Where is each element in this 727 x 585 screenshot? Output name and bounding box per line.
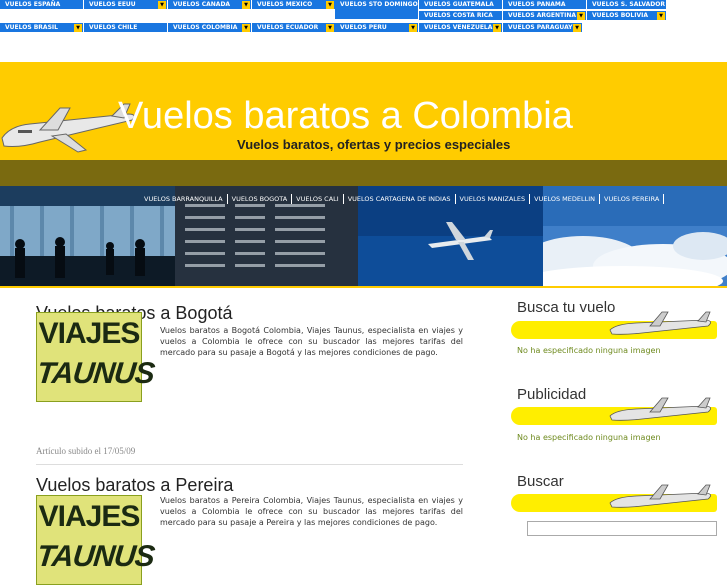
nav-item-vuelos-colombia[interactable]: VUELOS COLOMBIA ▼: [168, 23, 252, 33]
nav-item-vuelos-costa-rica[interactable]: VUELOS COSTA RICA: [419, 11, 503, 21]
sidebar-heading-busca: Busca tu vuelo: [517, 299, 616, 316]
city-link-vuelos-cartagena-de-indias[interactable]: VUELOS CARTAGENA DE INDIAS: [344, 194, 456, 204]
header-band: [0, 160, 727, 186]
chevron-down-icon[interactable]: ▼: [409, 24, 417, 32]
nav-item-vuelos-eeuu[interactable]: VUELOS EEUU ▼: [84, 0, 168, 10]
site-subtitle: Vuelos baratos, ofertas y precios especi…: [237, 137, 511, 152]
nav-item-vuelos-argentina[interactable]: VUELOS ARGENTINA ▼: [503, 11, 587, 21]
nav-item-label: VUELOS CHILE: [89, 24, 138, 31]
nav-item-vuelos-brasil[interactable]: VUELOS BRASIL ▼: [0, 23, 84, 33]
chevron-down-icon[interactable]: ▼: [493, 24, 501, 32]
city-link-vuelos-medellin[interactable]: VUELOS MEDELLIN: [530, 194, 600, 204]
article-title-pereira[interactable]: Vuelos baratos a Pereira: [36, 475, 233, 496]
article-text-pereira: Vuelos baratos a Pereira Colombia, Viaje…: [160, 496, 463, 527]
nav-item-vuelos-venezuela[interactable]: VUELOS VENEZUELA ▼: [419, 23, 503, 33]
airplane-icon: [609, 311, 711, 335]
nav-item-label: VUELOS BRASIL: [5, 24, 58, 31]
nav-item-label: VUELOS PANAMA: [508, 1, 566, 8]
city-link-vuelos-barranquilla[interactable]: VUELOS BARRANQUILLA: [140, 194, 228, 204]
search-input[interactable]: [527, 521, 717, 536]
nav-item-label: VUELOS ESPAÑA: [5, 1, 61, 8]
nav-item-vuelos-sto-domingo[interactable]: VUELOS STO DOMINGO: [335, 0, 419, 20]
sidebar-image-note: No ha especificado ninguna imagen: [517, 433, 661, 442]
chevron-down-icon[interactable]: ▼: [326, 24, 334, 32]
chevron-down-icon[interactable]: ▼: [158, 1, 166, 9]
nav-item-label: VUELOS COLOMBIA: [173, 24, 238, 31]
viajes-taunus-logo: VIAJES TAUNUS: [35, 495, 156, 585]
nav-item-vuelos-panama[interactable]: VUELOS PANAMA: [503, 0, 587, 10]
city-nav: VUELOS BARRANQUILLA VUELOS BOGOTA VUELOS C…: [140, 186, 665, 204]
divider: [0, 286, 727, 288]
nav-item-label: VUELOS S. SALVADOR: [592, 1, 665, 8]
city-link-vuelos-manizales[interactable]: VUELOS MANIZALES: [456, 194, 531, 204]
nav-item-label: VUELOS EEUU: [89, 1, 136, 8]
nav-item-vuelos-canada[interactable]: VUELOS CANADA ▼: [168, 0, 252, 10]
nav-item-label: VUELOS VENEZUELA: [424, 24, 493, 31]
chevron-down-icon[interactable]: ▼: [242, 1, 250, 9]
article-date: Artículo subido el 17/05/09: [36, 446, 136, 456]
article-text-bogota: Vuelos baratos a Bogotá Colombia, Viajes…: [160, 326, 463, 357]
nav-item-label: VUELOS MEXICO: [257, 1, 313, 8]
country-nav: VUELOS ESPAÑA VUELOS EEUU ▼ VUELOS CANADA ▼ V…: [0, 0, 727, 40]
nav-item-label: VUELOS GUATEMALA: [424, 1, 494, 8]
viajes-taunus-logo: VIAJES TAUNUS: [35, 312, 156, 402]
nav-item-vuelos-guatemala[interactable]: VUELOS GUATEMALA: [419, 0, 503, 10]
chevron-down-icon[interactable]: ▼: [242, 24, 250, 32]
chevron-down-icon[interactable]: ▼: [74, 24, 82, 32]
nav-item-vuelos-mexico[interactable]: VUELOS MEXICO ▼: [252, 0, 336, 10]
site-title: Vuelos baratos a Colombia: [118, 95, 573, 137]
nav-item-vuelos-ecuador[interactable]: VUELOS ECUADOR ▼: [252, 23, 336, 33]
nav-item-label: VUELOS COSTA RICA: [424, 12, 493, 19]
sidebar-image-note: No ha especificado ninguna imagen: [517, 346, 661, 355]
nav-item-vuelos-bolivia[interactable]: VUELOS BOLIVIA ▼: [587, 11, 667, 21]
chevron-down-icon[interactable]: ▼: [573, 24, 581, 32]
nav-item-vuelos-peru[interactable]: VUELOS PERU ▼: [335, 23, 419, 33]
city-link-vuelos-cali[interactable]: VUELOS CALI: [292, 194, 344, 204]
city-link-vuelos-pereira[interactable]: VUELOS PEREIRA: [600, 194, 665, 204]
article-separator: [36, 464, 463, 465]
nav-item-label: VUELOS PARAGUAY: [508, 24, 573, 31]
nav-item-vuelos-chile[interactable]: VUELOS CHILE: [84, 23, 168, 33]
sidebar-heading-publicidad: Publicidad: [517, 386, 587, 403]
airplane-icon: [609, 484, 711, 508]
nav-item-label: VUELOS CANADA: [173, 1, 231, 8]
airplane-icon: [609, 397, 711, 421]
chevron-down-icon[interactable]: ▼: [326, 1, 334, 9]
nav-item-vuelos-paraguay[interactable]: VUELOS PARAGUAY ▼: [503, 23, 583, 33]
nav-item-label: VUELOS PERU: [340, 24, 387, 31]
nav-item-label: VUELOS ECUADOR: [257, 24, 319, 31]
nav-item-vuelos-s-salvador[interactable]: VUELOS S. SALVADOR: [587, 0, 667, 10]
nav-item-label: VUELOS BOLIVIA: [592, 12, 648, 19]
chevron-down-icon[interactable]: ▼: [577, 12, 585, 20]
sidebar-heading-buscar: Buscar: [517, 473, 564, 490]
nav-item-label: VUELOS ARGENTINA: [508, 12, 577, 19]
chevron-down-icon[interactable]: ▼: [657, 12, 665, 20]
city-link-vuelos-bogota[interactable]: VUELOS BOGOTA: [228, 194, 293, 204]
nav-item-label: VUELOS STO DOMINGO: [340, 1, 418, 8]
nav-item-vuelos-espa-a[interactable]: VUELOS ESPAÑA: [0, 0, 84, 10]
